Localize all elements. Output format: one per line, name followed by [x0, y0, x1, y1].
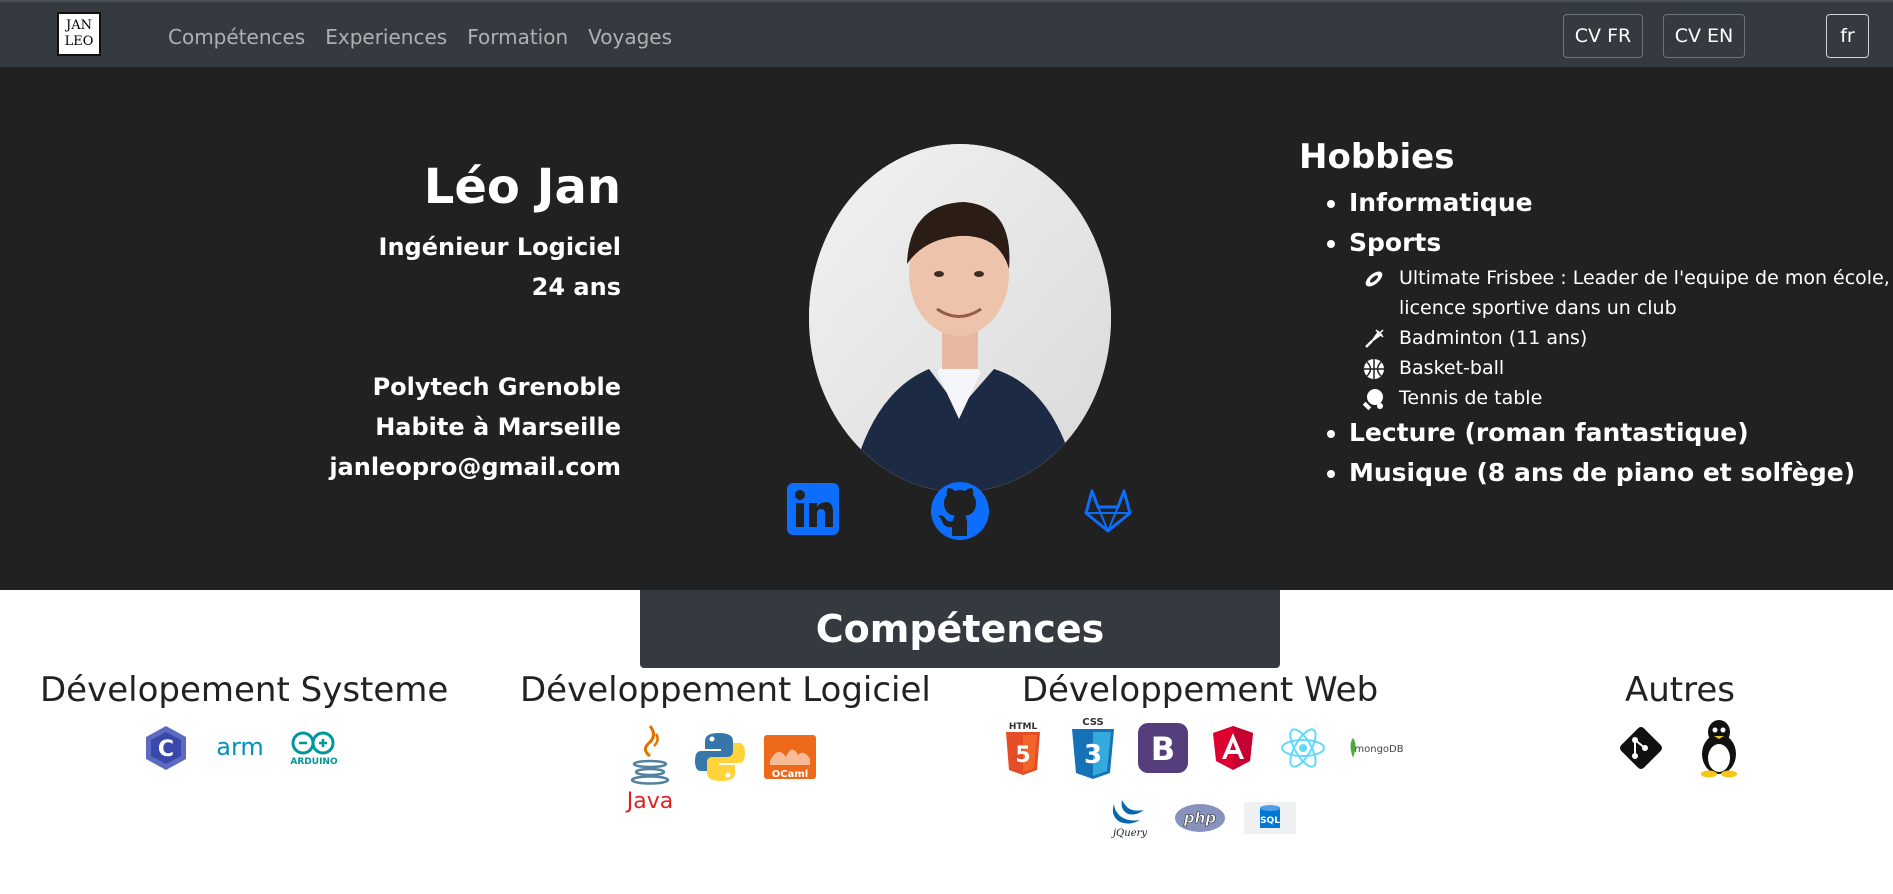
profile-location: Habite à Marseille	[375, 413, 621, 441]
profile-name: Léo Jan	[423, 159, 621, 215]
sport-item: Tennis de table	[1363, 383, 1893, 413]
basketball-icon	[1364, 359, 1384, 379]
mongodb-logo-text: mongoDB	[1354, 744, 1403, 755]
category-title: Développement Logiciel	[520, 670, 931, 710]
java-logo-text: Java	[625, 789, 673, 814]
html5-logo: HTML 5	[997, 722, 1049, 775]
navbar: JAN LEO Compétences Experiences Formatio…	[0, 0, 1893, 67]
sport-item: Ultimate Frisbee : Leader de l'equipe de…	[1363, 263, 1893, 323]
hobby-item: Lecture (roman fantastique)	[1349, 413, 1893, 453]
ocaml-logo: OCaml	[764, 722, 816, 792]
arm-logo-text: arm	[216, 733, 264, 761]
hero-section: Léo Jan Ingénieur Logiciel 24 ans Polyte…	[0, 67, 1893, 590]
cv-fr-button[interactable]: CV FR	[1563, 14, 1643, 58]
nav-links: Compétences Experiences Formation Voyage…	[168, 25, 672, 49]
c-logo: C	[140, 722, 192, 774]
identity-block: Léo Jan Ingénieur Logiciel 24 ans Polyte…	[329, 159, 621, 487]
hobby-list: Informatique Sports Ultimate Frisbee : L…	[1299, 183, 1893, 493]
sport-label: Tennis de table	[1399, 387, 1543, 409]
skill-category-web: Développement Web HTML 5 CSS 3 B mongoDB j…	[995, 670, 1405, 844]
python-logo	[694, 722, 746, 792]
skill-category-autres: Autres	[1480, 670, 1880, 778]
site-logo[interactable]: JAN LEO	[57, 12, 101, 56]
bootstrap-logo: B	[1137, 722, 1189, 774]
profile-age: 24 ans	[531, 273, 621, 301]
category-title: Dévelopement Systeme	[40, 670, 449, 710]
icons-row: jQuery php SQL	[995, 792, 1405, 844]
arm-logo: arm	[210, 722, 270, 774]
svg-text:B: B	[1151, 730, 1175, 768]
java-logo: Java	[624, 722, 676, 814]
arduino-logo-text: ARDUINO	[290, 757, 338, 767]
css-logo-text: CSS	[1082, 717, 1103, 728]
nav-link-experiences[interactable]: Experiences	[325, 25, 447, 49]
svg-text:5: 5	[1015, 743, 1030, 768]
react-logo	[1277, 722, 1329, 774]
table-tennis-icon	[1363, 389, 1383, 410]
php-logo: php	[1174, 792, 1226, 844]
badminton-icon	[1365, 329, 1384, 348]
arduino-logo: ARDUINO	[288, 722, 340, 774]
profile-school: Polytech Grenoble	[372, 373, 621, 401]
hobby-item-sports: Sports Ultimate Frisbee : Leader de l'eq…	[1349, 223, 1893, 413]
hobby-sports-label: Sports	[1349, 228, 1442, 257]
angular-logo	[1207, 722, 1259, 774]
category-title: Autres	[1624, 670, 1735, 710]
language-button[interactable]: fr	[1826, 14, 1869, 58]
category-title: Développement Web	[1021, 670, 1379, 710]
linkedin-icon[interactable]	[785, 481, 845, 541]
hobby-item: Musique (8 ans de piano et solfège)	[1349, 453, 1893, 493]
sport-label: Badminton (11 ans)	[1399, 327, 1588, 349]
ocaml-logo-text: OCaml	[772, 769, 808, 780]
hobby-item: Informatique	[1349, 183, 1893, 223]
frisbee-icon	[1365, 271, 1383, 287]
sport-label: Ultimate Frisbee : Leader de l'equipe de…	[1399, 267, 1890, 319]
nav-link-competences[interactable]: Compétences	[168, 25, 305, 49]
gitlab-icon[interactable]	[1080, 481, 1140, 541]
hobbies-title: Hobbies	[1299, 137, 1455, 177]
svg-text:3: 3	[1084, 740, 1102, 770]
icons-row: C arm ARDUINO	[40, 722, 440, 774]
skills-title: Compétences	[640, 590, 1280, 668]
sport-item: Badminton (11 ans)	[1363, 323, 1893, 353]
icons-row	[1480, 720, 1880, 778]
skill-category-systeme: Dévelopement Systeme C arm ARDUINO	[40, 670, 449, 774]
cv-en-button[interactable]: CV EN	[1663, 14, 1745, 58]
nav-link-formation[interactable]: Formation	[467, 25, 568, 49]
sql-logo-text: SQL	[1260, 816, 1280, 826]
svg-text:C: C	[158, 737, 174, 762]
icons-row: HTML 5 CSS 3 B mongoDB	[995, 717, 1405, 779]
mongodb-logo: mongoDB	[1347, 722, 1403, 774]
profile-email[interactable]: janleopro@gmail.com	[329, 447, 621, 487]
icons-row: Java OCaml	[520, 722, 920, 814]
css3-logo: CSS 3	[1067, 717, 1119, 779]
html-logo-text: HTML	[1009, 722, 1038, 732]
profile-title: Ingénieur Logiciel	[378, 233, 621, 261]
jquery-logo-text: jQuery	[1111, 828, 1147, 839]
sports-list: Ultimate Frisbee : Leader de l'equipe de…	[1349, 263, 1893, 413]
social-links	[780, 481, 1140, 551]
sql-logo: SQL	[1244, 792, 1296, 844]
logo-text: JAN LEO	[64, 18, 94, 49]
hobbies-block: Hobbies Informatique Sports Ultimate Fri…	[1299, 137, 1893, 493]
sport-item: Basket-ball	[1363, 353, 1893, 383]
jquery-logo: jQuery	[1104, 792, 1156, 844]
nav-link-voyages[interactable]: Voyages	[588, 25, 672, 49]
github-icon[interactable]	[930, 481, 990, 541]
php-logo-text: php	[1183, 809, 1216, 827]
profile-photo	[809, 144, 1111, 492]
git-logo	[1615, 722, 1667, 774]
skill-category-logiciel: Développement Logiciel Java OCaml	[520, 670, 931, 814]
linux-logo	[1693, 720, 1745, 778]
sport-label: Basket-ball	[1399, 357, 1505, 379]
